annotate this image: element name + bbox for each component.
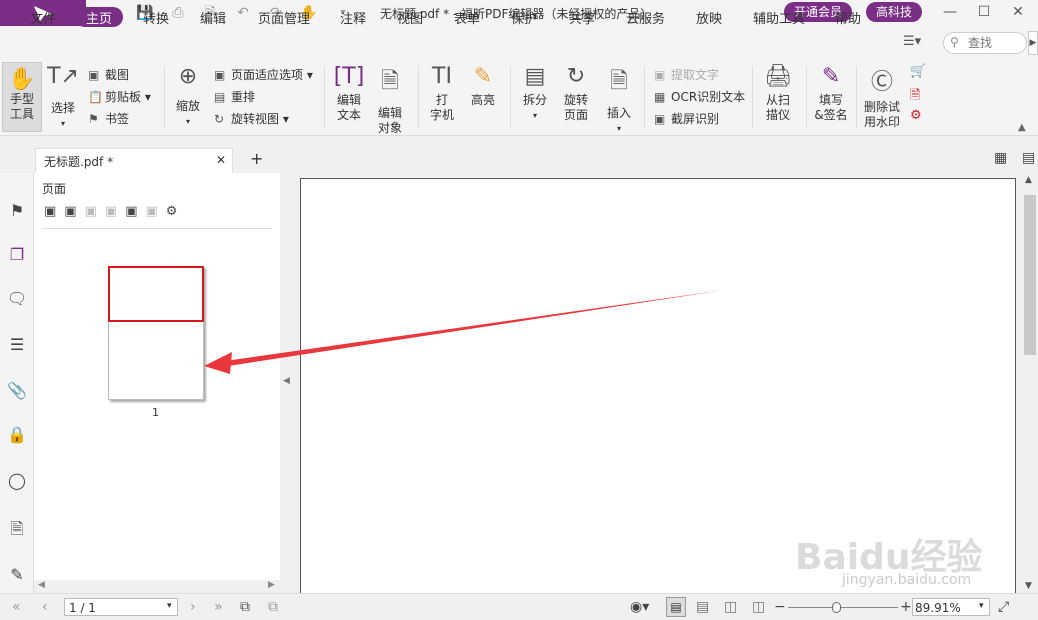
prev-view-icon[interactable]: ⧉: [240, 598, 250, 616]
last-page-icon[interactable]: »: [214, 598, 223, 616]
zoom-slider-thumb[interactable]: [832, 602, 841, 613]
two-page-continuous-icon[interactable]: ◫: [752, 598, 765, 616]
next-view-icon[interactable]: ⧉: [268, 598, 278, 616]
zoom-value: 89.91%: [915, 601, 961, 615]
zoom-in-icon[interactable]: +: [900, 598, 912, 616]
zoom-slider[interactable]: [788, 607, 898, 608]
baidu-watermark-url: jingyan.baidu.com: [842, 572, 972, 588]
page-select[interactable]: 1 / 1 ▾: [64, 598, 178, 616]
zoom-out-icon[interactable]: −: [774, 598, 786, 616]
next-page-icon[interactable]: ›: [190, 598, 196, 616]
zoom-select[interactable]: 89.91% ▾: [912, 598, 990, 616]
first-page-icon[interactable]: «: [12, 598, 21, 616]
page-number: 1 / 1: [69, 601, 96, 615]
view-mode-icon[interactable]: ◉▾: [630, 598, 649, 616]
single-page-icon[interactable]: ▤: [666, 597, 686, 617]
arrow-shaft: [215, 290, 724, 368]
continuous-page-icon[interactable]: ▤: [696, 598, 709, 616]
annotation-arrow: [204, 290, 724, 374]
fullscreen-icon[interactable]: ⤢: [998, 598, 1009, 616]
page-dropdown-icon: ▾: [167, 601, 172, 611]
prev-page-icon[interactable]: ‹: [42, 598, 48, 616]
two-page-icon[interactable]: ◫: [724, 598, 737, 616]
zoom-dropdown-icon: ▾: [979, 601, 984, 611]
arrow-head: [204, 352, 232, 374]
